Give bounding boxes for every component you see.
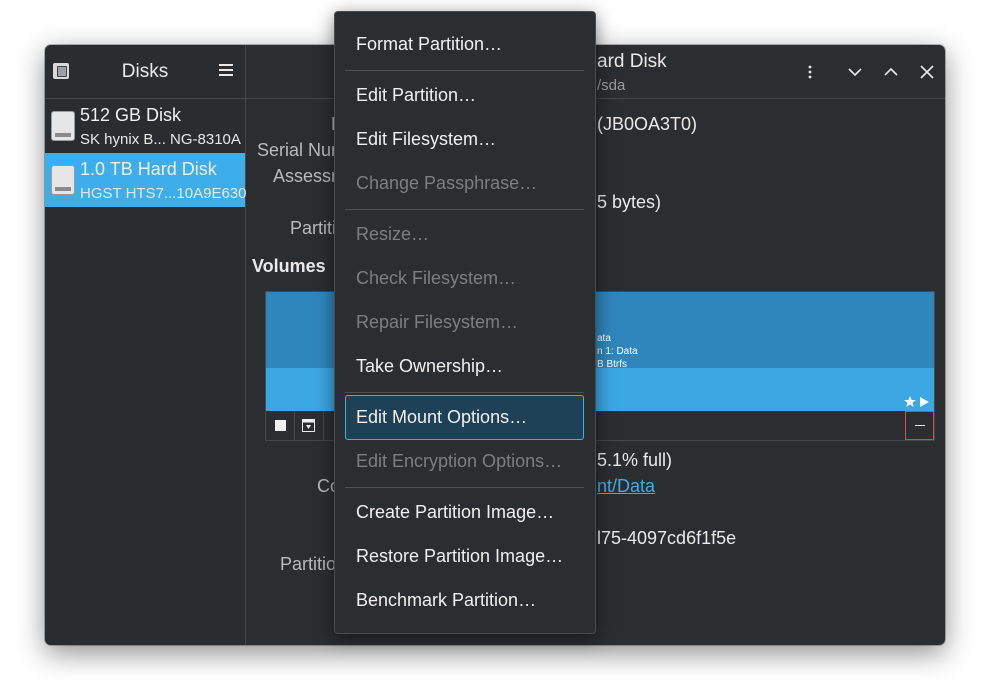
- sidebar-header: Disks: [45, 45, 245, 99]
- partition-label: Partition: [279, 554, 346, 574]
- disk-detail: SK hynix B... NG-8310A: [80, 131, 241, 148]
- menu-item-create-partition-image[interactable]: Create Partition Image…: [356, 502, 554, 523]
- serial-label: Serial Num: [256, 140, 346, 160]
- disk-item-512gb[interactable]: 512 GB Disk SK hynix B... NG-8310A: [45, 99, 245, 153]
- usage-value: 5.1% full): [597, 450, 673, 470]
- drive-icon: [51, 165, 75, 195]
- partition-actions-button[interactable]: [295, 411, 324, 440]
- menu-item-edit-encryption-options[interactable]: Edit Encryption Options…: [356, 451, 562, 472]
- menu-item-take-ownership[interactable]: Take Ownership…: [356, 356, 503, 377]
- delete-partition-button[interactable]: [905, 411, 934, 440]
- disk-item-1tb[interactable]: 1.0 TB Hard Disk HGST HTS7...10A9E630: [45, 153, 247, 207]
- menu-item-change-passphrase[interactable]: Change Passphrase…: [356, 173, 537, 194]
- device-path: /sda: [597, 77, 626, 94]
- minus-icon: [915, 425, 925, 426]
- minimize-icon[interactable]: [846, 63, 864, 81]
- volumes-heading: Volumes: [252, 256, 326, 276]
- maximize-icon[interactable]: [882, 63, 900, 81]
- menu-item-resize[interactable]: Resize…: [356, 224, 429, 245]
- assessment-label: Assessm: [272, 166, 346, 186]
- partitioning-label: Partitio: [289, 218, 346, 238]
- menu-item-edit-partition[interactable]: Edit Partition…: [356, 85, 476, 106]
- menu-item-format-partition[interactable]: Format Partition…: [356, 34, 502, 55]
- hamburger-menu-icon[interactable]: [219, 64, 233, 78]
- close-icon[interactable]: [918, 63, 936, 81]
- more-options-icon[interactable]: [801, 63, 819, 81]
- menu-item-edit-filesystem[interactable]: Edit Filesystem…: [356, 129, 496, 150]
- mount-point-link[interactable]: nt/Data: [597, 476, 655, 497]
- disk-detail: HGST HTS7...10A9E630: [80, 185, 247, 202]
- stop-button[interactable]: [266, 411, 295, 440]
- volume-label-line1: ata: [597, 333, 611, 344]
- volume-label-line2: n 1: Data: [597, 346, 638, 357]
- menu-item-edit-mount-options[interactable]: Edit Mount Options…: [356, 407, 527, 428]
- stop-icon: [275, 420, 286, 431]
- menu-separator: [345, 209, 584, 210]
- serial-value: (JB0OA3T0): [597, 114, 698, 134]
- menu-item-check-filesystem[interactable]: Check Filesystem…: [356, 268, 516, 289]
- menu-item-benchmark-partition[interactable]: Benchmark Partition…: [356, 590, 536, 611]
- menu-separator: [345, 70, 584, 71]
- menu-item-repair-filesystem[interactable]: Repair Filesystem…: [356, 312, 518, 333]
- drive-icon: [51, 111, 75, 141]
- partition-context-menu: Format Partition… Edit Partition… Edit F…: [334, 11, 596, 634]
- sidebar: Disks 512 GB Disk SK hynix B... NG-8310A…: [45, 45, 246, 645]
- disk-title: ard Disk: [597, 51, 667, 72]
- menu-item-restore-partition-image[interactable]: Restore Partition Image…: [356, 546, 563, 567]
- partition-menu-icon: [302, 419, 315, 432]
- menu-separator: [345, 487, 584, 488]
- disk-name: 512 GB Disk: [80, 105, 182, 125]
- size-value: 5 bytes): [597, 192, 662, 212]
- disk-name: 1.0 TB Hard Disk: [80, 159, 217, 179]
- sidebar-title: Disks: [121, 61, 169, 82]
- uuid-value: l75-4097cd6f1f5e: [597, 528, 737, 548]
- mounted-star-play-icon: [904, 396, 929, 407]
- menu-separator: [345, 392, 584, 393]
- volume-label-line3: B Btrfs: [597, 359, 628, 370]
